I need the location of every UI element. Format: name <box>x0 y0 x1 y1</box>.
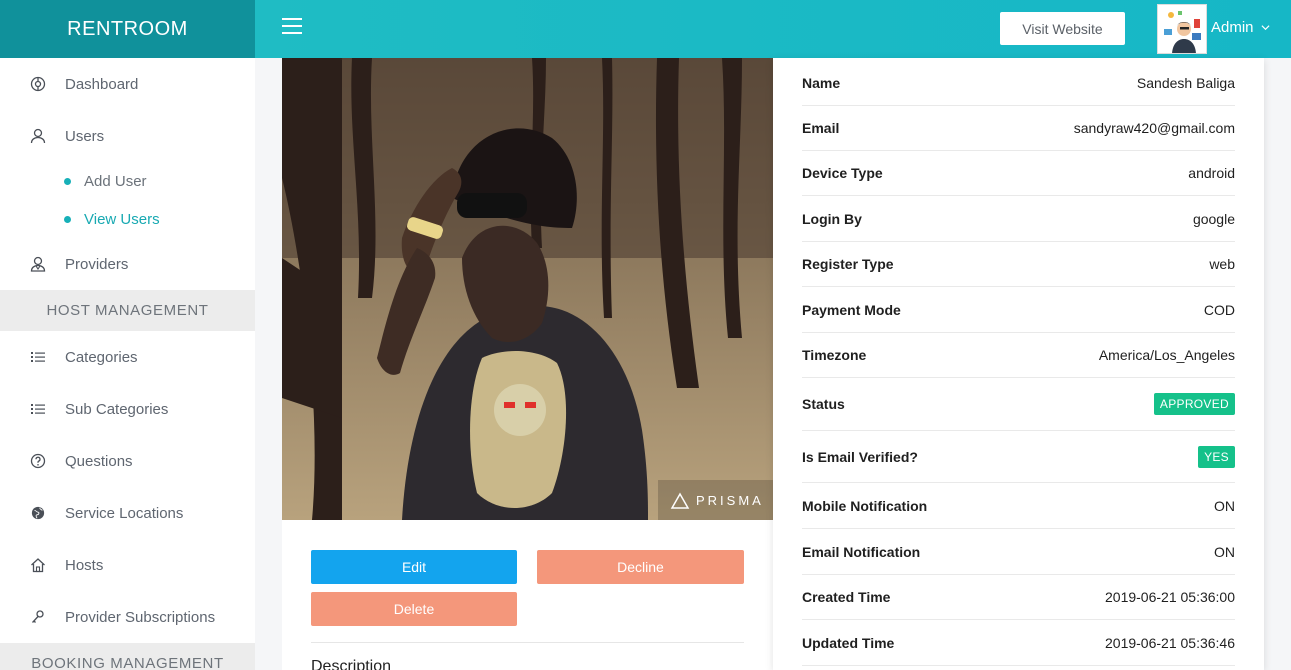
sidebar-item-label: Service Locations <box>65 504 184 522</box>
list-icon <box>28 399 48 419</box>
provider-icon <box>28 254 48 274</box>
detail-row-register-type: Register Type web <box>802 242 1235 287</box>
sidebar-item-label: View Users <box>84 210 160 228</box>
key-icon <box>28 607 48 627</box>
sidebar-subitem-view-users[interactable]: View Users <box>0 200 255 238</box>
detail-key: Email Notification <box>802 543 921 560</box>
chevron-down-icon <box>1261 25 1270 31</box>
detail-value: America/Los_Angeles <box>1098 347 1235 363</box>
detail-key: Device Type <box>802 165 883 181</box>
sidebar-item-categories[interactable]: Categories <box>0 331 255 383</box>
sidebar-item-label: Dashboard <box>65 75 139 93</box>
sidebar-item-hosts[interactable]: Hosts <box>0 539 255 591</box>
detail-value: ON <box>1214 497 1235 514</box>
brand-logo[interactable]: RENTROOM <box>0 0 255 58</box>
detail-row-email-verified: Is Email Verified? YES <box>802 431 1235 483</box>
detail-value: web <box>1209 256 1235 272</box>
detail-key: Email <box>802 120 840 136</box>
detail-value: 2019-06-21 05:36:00 <box>1105 589 1235 605</box>
detail-value: android <box>1188 165 1235 181</box>
detail-row-mobile-notification: Mobile Notification ON <box>802 483 1235 529</box>
avatar[interactable] <box>1157 4 1207 54</box>
home-icon <box>28 555 48 575</box>
user-details-card: Name Sandesh Baliga Email sandyraw420@gm… <box>773 58 1264 670</box>
sidebar-item-sub-categories[interactable]: Sub Categories <box>0 383 255 435</box>
detail-value: ON <box>1214 543 1235 560</box>
detail-row-email-notification: Email Notification ON <box>802 529 1235 575</box>
list-icon <box>28 347 48 367</box>
description-heading: Description <box>311 658 392 670</box>
sidebar-item-service-locations[interactable]: Service Locations <box>0 487 255 539</box>
detail-row-timezone: Timezone America/Los_Angeles <box>802 333 1235 378</box>
bullet-icon <box>64 215 71 223</box>
detail-key: Created Time <box>802 589 891 605</box>
detail-value: sandyraw420@gmail.com <box>1073 120 1235 136</box>
question-icon <box>28 451 48 471</box>
sidebar: Dashboard Users Add User View Users Prov… <box>0 58 255 670</box>
sidebar-item-label: Categories <box>65 348 138 366</box>
visit-website-button[interactable]: Visit Website <box>1000 12 1125 45</box>
detail-row-email: Email sandyraw420@gmail.com <box>802 106 1235 151</box>
detail-row-payment-mode: Payment Mode COD <box>802 287 1235 333</box>
admin-menu[interactable]: Admin <box>1211 19 1270 36</box>
section-header-host-management: HOST MANAGEMENT <box>0 290 255 331</box>
detail-row-device-type: Device Type android <box>802 151 1235 196</box>
menu-toggle-icon[interactable] <box>282 18 302 38</box>
sidebar-item-provider-subscriptions[interactable]: Provider Subscriptions <box>0 591 255 643</box>
detail-value: COD <box>1203 301 1235 318</box>
detail-row-login-by: Login By google <box>802 196 1235 242</box>
sidebar-item-questions[interactable]: Questions <box>0 435 255 487</box>
globe-icon <box>28 503 48 523</box>
decline-button[interactable]: Decline <box>537 550 744 584</box>
dashboard-icon <box>28 74 48 94</box>
actions-card: Edit Decline Delete Description <box>282 520 773 670</box>
divider <box>311 642 744 643</box>
detail-key: Payment Mode <box>802 301 901 318</box>
sidebar-item-label: Provider Subscriptions <box>65 608 216 626</box>
sidebar-item-label: Hosts <box>65 556 104 574</box>
status-badge: APPROVED <box>1153 393 1235 415</box>
delete-button[interactable]: Delete <box>311 592 517 626</box>
prisma-watermark: PRISMA <box>696 493 764 508</box>
detail-key: Timezone <box>802 347 867 363</box>
detail-value: 2019-06-21 05:36:46 <box>1105 634 1235 651</box>
detail-value: Sandesh Baliga <box>1136 74 1235 91</box>
sidebar-item-label: Questions <box>65 452 133 470</box>
detail-key: Is Email Verified? <box>802 448 918 465</box>
detail-key: Mobile Notification <box>802 497 928 514</box>
sidebar-item-label: Providers <box>65 255 129 273</box>
detail-key: Register Type <box>802 256 894 272</box>
detail-row-name: Name Sandesh Baliga <box>802 60 1235 106</box>
sidebar-item-dashboard[interactable]: Dashboard <box>0 58 255 110</box>
user-photo: PRISMA <box>282 58 773 520</box>
sidebar-item-label: Add User <box>84 172 147 190</box>
bullet-icon <box>64 177 71 185</box>
detail-value: google <box>1192 210 1235 227</box>
detail-key: Status <box>802 396 845 412</box>
detail-row-updated-time: Updated Time 2019-06-21 05:36:46 <box>802 620 1235 666</box>
detail-key: Login By <box>802 210 862 227</box>
sidebar-item-providers[interactable]: Providers <box>0 238 255 290</box>
detail-row-status: Status APPROVED <box>802 378 1235 431</box>
section-header-booking-management: BOOKING MANAGEMENT <box>0 643 255 670</box>
topbar: Visit Website Admin <box>255 0 1291 58</box>
edit-button[interactable]: Edit <box>311 550 517 584</box>
user-icon <box>28 126 48 146</box>
verified-badge: YES <box>1198 445 1235 468</box>
sidebar-item-label: Sub Categories <box>65 400 169 418</box>
sidebar-item-users[interactable]: Users <box>0 110 255 162</box>
sidebar-subitem-add-user[interactable]: Add User <box>0 162 255 200</box>
detail-row-created-time: Created Time 2019-06-21 05:36:00 <box>802 575 1235 620</box>
sidebar-item-label: Users <box>65 127 105 145</box>
detail-key: Name <box>802 74 841 91</box>
admin-label: Admin <box>1211 19 1254 36</box>
detail-key: Updated Time <box>802 634 895 651</box>
